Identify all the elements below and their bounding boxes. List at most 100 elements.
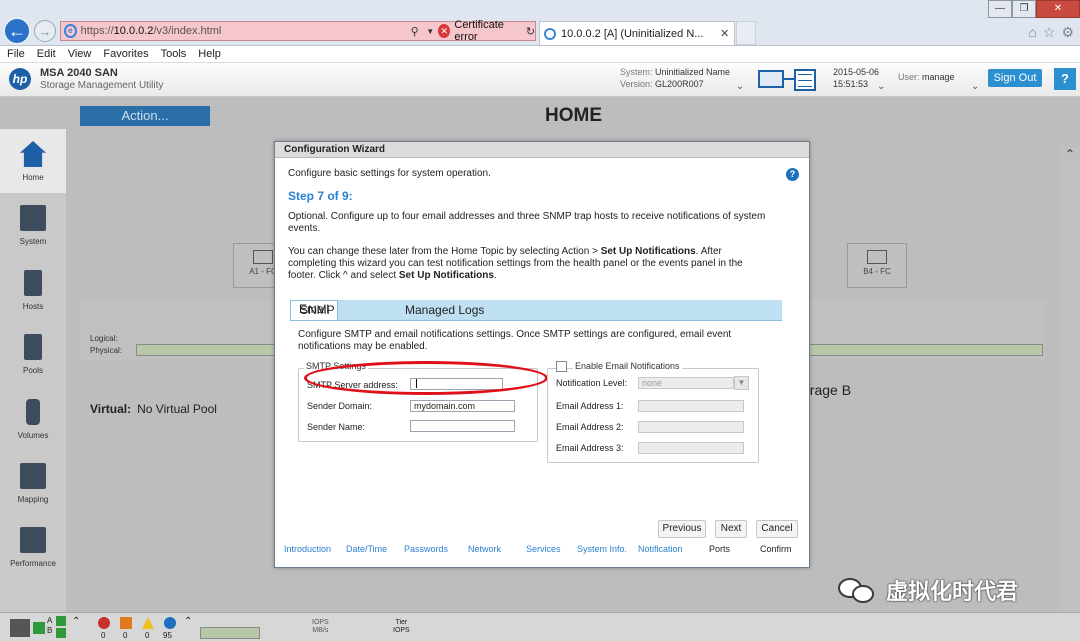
favorites-star-icon[interactable]: ☆ <box>1043 24 1056 41</box>
back-button[interactable]: ← <box>3 17 31 45</box>
page-title: HOME <box>545 105 602 126</box>
tab-snmp[interactable]: SNMP <box>300 303 335 317</box>
system-info[interactable]: System: Uninitialized Name Version: GL20… <box>620 66 730 90</box>
email-address-1-label: Email Address 1: <box>556 401 624 411</box>
email-address-2-label: Email Address 2: <box>556 422 624 432</box>
step-link-notification[interactable]: Notification <box>638 544 683 554</box>
error-icon[interactable] <box>120 617 132 629</box>
sender-name-input[interactable] <box>410 420 515 432</box>
tier-label: Tier IOPS <box>393 619 410 634</box>
search-icon[interactable]: ⚲ <box>411 25 427 38</box>
fc-port-icon <box>253 250 273 264</box>
tab-managed-logs[interactable]: Managed Logs <box>405 303 484 317</box>
sender-domain-input[interactable]: mydomain.com <box>410 400 515 412</box>
email-address-1-input[interactable] <box>638 400 744 412</box>
enable-email-checkbox[interactable] <box>556 361 567 372</box>
action-button[interactable]: Action... <box>80 106 210 126</box>
step-link-date-time[interactable]: Date/Time <box>346 544 387 554</box>
step-link-system-info[interactable]: System Info. <box>577 544 627 554</box>
physical-label: Physical: <box>90 346 123 355</box>
scroll-up-icon[interactable]: ⌃ <box>1060 147 1080 161</box>
step-link-introduction[interactable]: Introduction <box>284 544 331 554</box>
browser-menubar: File Edit View Favorites Tools Help <box>0 46 1080 63</box>
menu-file[interactable]: File <box>7 46 25 62</box>
nav-item-volumes[interactable]: Volumes <box>0 387 66 451</box>
system-chevron-down-icon[interactable]: ⌄ <box>736 81 744 92</box>
events-chevron-up-icon[interactable]: ⌃ <box>184 616 192 627</box>
new-tab-button[interactable] <box>736 21 756 45</box>
menu-favorites[interactable]: Favorites <box>103 46 148 62</box>
app-header: hp MSA 2040 SAN Storage Management Utili… <box>0 63 1080 97</box>
virtual-label: Virtual: <box>90 402 132 416</box>
window-close-icon[interactable]: ✕ <box>1036 0 1080 18</box>
chevron-down-icon[interactable]: ▼ <box>426 27 438 36</box>
product-subtitle: Storage Management Utility <box>40 80 164 91</box>
nav-item-mapping[interactable]: Mapping <box>0 451 66 515</box>
app-footer: AB ⌃ 0 0 0 95 ⌃ IOPS MB/s Tier IOPS <box>0 612 1080 641</box>
network-topology-icon[interactable] <box>758 69 816 91</box>
step-link-network[interactable]: Network <box>468 544 501 554</box>
url-text: https://10.0.0.2/v3/index.html <box>80 25 222 37</box>
nav-item-home[interactable]: Home <box>0 129 66 193</box>
nav-item-performance[interactable]: Performance <box>0 515 66 579</box>
address-bar[interactable]: e https://10.0.0.2/v3/index.html ⚲ ▼ ✕ C… <box>60 19 536 43</box>
browser-tab[interactable]: 10.0.0.2 [A] (Uninitialized N... ✕ <box>539 21 735 45</box>
sign-out-button[interactable]: Sign Out <box>988 69 1042 87</box>
wizard-change-text: You can change these later from the Home… <box>288 246 743 281</box>
refresh-icon[interactable]: ↻ <box>526 25 535 38</box>
forward-button[interactable]: → <box>34 20 56 42</box>
menu-help[interactable]: Help <box>198 46 221 62</box>
help-button[interactable]: ? <box>1054 68 1076 90</box>
nav-item-pools[interactable]: Pools <box>0 322 66 386</box>
nav-item-hosts[interactable]: Hosts <box>0 258 66 322</box>
cancel-button[interactable]: Cancel <box>756 520 798 538</box>
date-time[interactable]: 2015-05-06 15:51:53 <box>833 66 879 90</box>
nav-item-system[interactable]: System <box>0 193 66 257</box>
red-annotation-oval <box>304 361 548 395</box>
port-b4[interactable]: B4 - FC <box>847 243 907 288</box>
virtual-value: No Virtual Pool <box>137 402 217 416</box>
info-icon[interactable] <box>164 617 176 629</box>
email-address-3-label: Email Address 3: <box>556 443 624 453</box>
notification-level-select[interactable]: none <box>638 377 734 389</box>
certificate-error-text[interactable]: Certificate error <box>454 19 519 43</box>
certificate-error-icon[interactable]: ✕ <box>438 24 451 38</box>
user-info[interactable]: User: manage <box>898 72 955 82</box>
home-icon <box>20 141 46 167</box>
iops-label: IOPS MB/s <box>312 619 329 634</box>
email-address-3-input[interactable] <box>638 442 744 454</box>
home-icon[interactable]: ⌂ <box>1028 24 1036 41</box>
critical-icon[interactable] <box>98 617 110 629</box>
footer-chevron-up-icon[interactable]: ⌃ <box>72 616 80 627</box>
settings-gear-icon[interactable]: ⚙ <box>1061 24 1074 41</box>
window-controls: — ❐ ✕ <box>988 0 1080 18</box>
controller-b-ok-icon <box>56 628 66 638</box>
controller-labels: AB <box>47 616 53 635</box>
system-icon <box>20 205 46 231</box>
hp-logo: hp <box>9 68 31 90</box>
step-link-services[interactable]: Services <box>526 544 561 554</box>
wizard-tabs: SNMP Email Managed Logs <box>290 300 782 321</box>
maximize-icon[interactable]: ❐ <box>1012 0 1036 18</box>
menu-tools[interactable]: Tools <box>161 46 187 62</box>
previous-button[interactable]: Previous <box>658 520 706 538</box>
logical-label: Logical: <box>90 334 118 343</box>
menu-edit[interactable]: Edit <box>37 46 56 62</box>
storage-enclosure-icon[interactable] <box>10 619 30 637</box>
help-icon[interactable]: ? <box>786 168 799 181</box>
minimize-icon[interactable]: — <box>988 0 1012 18</box>
step-link-passwords[interactable]: Passwords <box>404 544 448 554</box>
warning-icon[interactable] <box>142 617 154 629</box>
step-link-ports: Ports <box>709 544 731 554</box>
page-scrollbar[interactable]: ⌃ <box>1060 147 1080 617</box>
chevron-down-icon[interactable]: ▼ <box>734 376 749 390</box>
controller-a-ok-icon <box>56 616 66 626</box>
menu-view[interactable]: View <box>68 46 92 62</box>
email-address-2-input[interactable] <box>638 421 744 433</box>
user-chevron-down-icon[interactable]: ⌄ <box>971 81 979 92</box>
next-button[interactable]: Next <box>715 520 747 538</box>
date-chevron-down-icon[interactable]: ⌄ <box>877 81 885 92</box>
nav-label: Hosts <box>22 302 44 311</box>
wizard-step: Step 7 of 9: <box>288 189 353 203</box>
tab-close-icon[interactable]: ✕ <box>720 27 734 40</box>
